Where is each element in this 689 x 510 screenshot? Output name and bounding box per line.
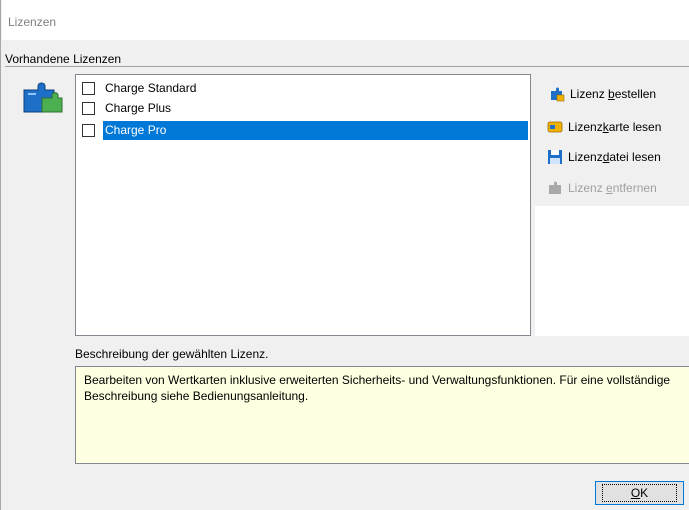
licenses-group-label: Vorhandene Lizenzen	[5, 52, 122, 66]
license-order-icon	[551, 87, 565, 102]
license-checkbox[interactable]	[82, 102, 95, 115]
list-item-selected[interactable]: Charge Pro	[82, 121, 528, 140]
license-remove-icon	[549, 181, 561, 194]
description-text: Bearbeiten von Wertkarten inklusive erwe…	[75, 366, 689, 464]
read-license-file-button[interactable]: Lizenzdatei lesen	[547, 147, 661, 167]
license-dialog: Lizenzen Vorhandene Lizenzen Charge Stan…	[0, 0, 689, 510]
license-checkbox[interactable]	[82, 124, 95, 137]
license-checkbox[interactable]	[82, 82, 95, 95]
list-item[interactable]: Charge Plus	[82, 99, 528, 118]
read-license-file-label: Lizenzdatei lesen	[568, 150, 661, 164]
order-license-button[interactable]: Lizenz bestellen	[549, 84, 656, 104]
license-label: Charge Standard	[105, 81, 197, 95]
ok-button[interactable]: OK	[595, 481, 684, 505]
action-panel: Lizenz bestellen Lizenzkarte lesen Lizen…	[535, 74, 689, 336]
read-license-card-button[interactable]: Lizenzkarte lesen	[547, 117, 661, 137]
license-card-icon	[547, 121, 563, 133]
title-bar[interactable]: Lizenzen	[2, 0, 689, 40]
license-label: Charge Pro	[103, 121, 528, 140]
floppy-disk-icon	[548, 150, 562, 164]
read-license-card-label: Lizenzkarte lesen	[568, 120, 662, 134]
remove-license-label: Lizenz entfernen	[568, 181, 657, 195]
order-license-label: Lizenz bestellen	[570, 87, 657, 101]
license-list[interactable]: Charge Standard Charge Plus Charge Pro	[75, 74, 531, 336]
window-title: Lizenzen	[8, 15, 57, 29]
puzzle-piece-icon	[23, 82, 63, 113]
remove-license-button[interactable]: Lizenz entfernen	[547, 178, 657, 198]
license-label: Charge Plus	[105, 101, 172, 115]
list-item[interactable]: Charge Standard	[82, 79, 528, 98]
group-divider	[5, 66, 689, 67]
description-label: Beschreibung der gewählten Lizenz.	[75, 347, 269, 361]
ok-button-label: OK	[601, 484, 678, 502]
